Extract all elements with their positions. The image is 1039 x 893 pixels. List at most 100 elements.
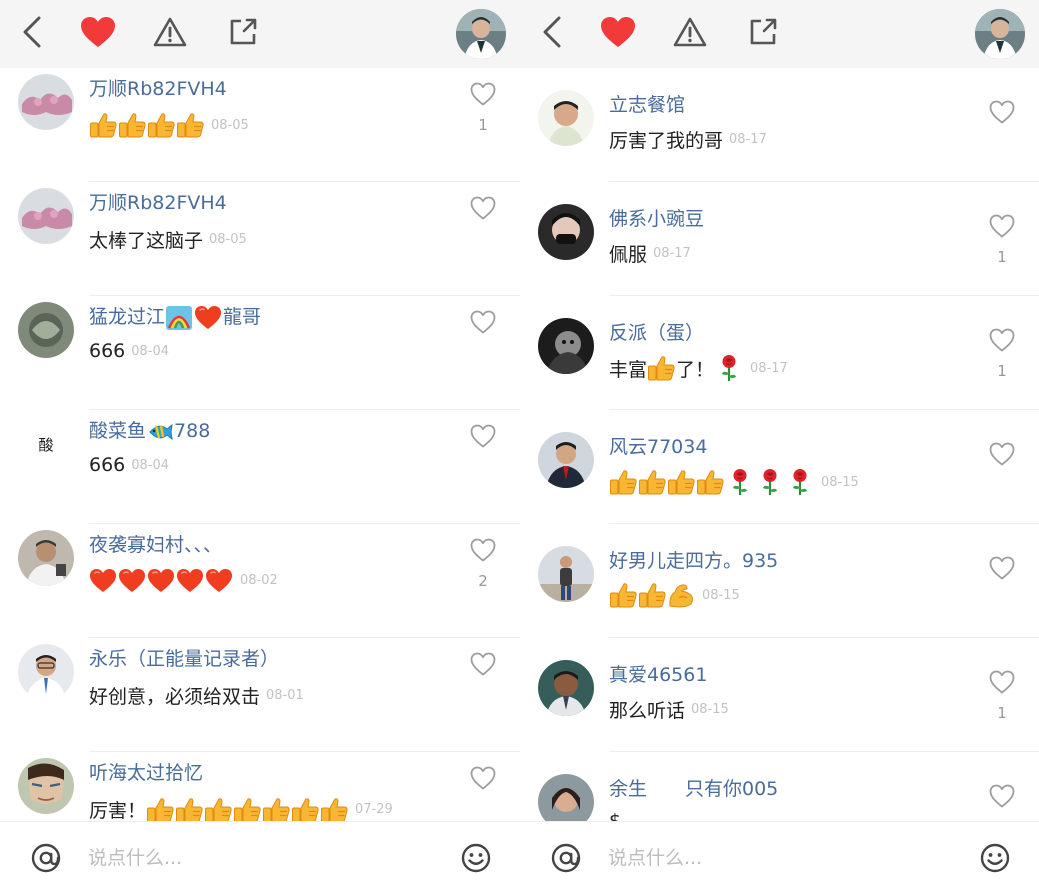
emoji-icon[interactable] (460, 842, 492, 874)
commenter-name-suffix: 788 (174, 420, 211, 442)
back-icon[interactable] (534, 14, 570, 50)
commenter-avatar[interactable] (538, 204, 594, 260)
comment-list[interactable]: 万顺Rb82FVH4 08-05 1 万顺Rb82FVH4 太棒了这脑子 08-05 猛龙过… (0, 68, 520, 821)
thumbs-up-icon (233, 797, 261, 821)
comment-input[interactable] (608, 842, 948, 874)
commenter-name[interactable]: 万顺Rb82FVH4 (89, 188, 227, 215)
commenter-avatar[interactable] (538, 318, 594, 374)
user-avatar[interactable] (456, 9, 506, 59)
commenter-name[interactable]: 立志餐馆 (609, 90, 685, 117)
like-heart-icon[interactable] (470, 424, 496, 448)
comment-text: 了！ (676, 358, 715, 381)
comment-date: 08-04 (131, 343, 170, 359)
like-heart-icon[interactable] (989, 328, 1015, 352)
commenter-name[interactable]: 万顺Rb82FVH4 (89, 74, 227, 101)
commenter-name[interactable]: 好男儿走四方。935 (609, 546, 778, 573)
comment-text: 太棒了这脑子 (89, 230, 204, 252)
comment-item[interactable]: 真爱46561 那么听话 08-15 1 (520, 638, 1039, 752)
commenter-avatar[interactable] (538, 90, 594, 146)
like-heart-icon[interactable] (470, 766, 496, 790)
comment-date: 08-15 (821, 474, 859, 490)
like-heart-icon[interactable] (470, 538, 496, 562)
like-heart-icon[interactable] (470, 196, 496, 220)
comment-text: 666 (89, 340, 126, 362)
commenter-name[interactable]: 听海太过拾忆 (89, 758, 203, 785)
at-icon[interactable] (550, 842, 582, 874)
commenter-avatar[interactable] (18, 302, 74, 358)
commenter-avatar[interactable] (18, 188, 74, 244)
comment-item[interactable]: 风云77034 08-15 (520, 410, 1039, 524)
heart-icon[interactable] (80, 14, 116, 50)
commenter-avatar[interactable] (538, 432, 594, 488)
comment-item[interactable]: 酸酸菜鱼 788 666 08-04 (0, 410, 520, 524)
commenter-avatar[interactable]: 酸 (18, 416, 74, 472)
like-heart-icon[interactable] (989, 784, 1015, 808)
comment-item[interactable]: 听海太过拾忆 厉害！ 07-29 (0, 752, 520, 821)
comment-date: 07-29 (355, 802, 393, 817)
thumbs-up-icon (118, 112, 146, 138)
heart-icon[interactable] (600, 14, 636, 50)
commenter-name[interactable]: 风云77034 (609, 432, 707, 459)
fish-icon (147, 421, 173, 443)
like-heart-icon[interactable] (989, 556, 1015, 580)
commenter-avatar[interactable] (18, 74, 74, 130)
commenter-avatar[interactable] (18, 758, 74, 814)
comment-item[interactable]: 反派（蛋） 丰富 了！ 08-17 1 (520, 296, 1039, 410)
commenter-avatar[interactable] (18, 644, 74, 700)
like-heart-icon[interactable] (989, 442, 1015, 466)
comment-item[interactable]: 夜袭寡妇村、、、 08-02 2 (0, 524, 520, 638)
thumbs-up-icon (647, 355, 675, 381)
commenter-name[interactable]: 佛系小豌豆 (609, 204, 704, 231)
comment-item[interactable]: 万顺Rb82FVH4 08-05 1 (0, 68, 520, 182)
commenter-name[interactable]: 永乐（正能量记录者） (89, 644, 279, 671)
thumbs-up-icon (175, 797, 203, 821)
comment-item[interactable]: 猛龙过江 龍哥 666 08-04 (0, 296, 520, 410)
warning-icon[interactable] (152, 14, 188, 50)
commenter-name[interactable]: 反派（蛋） (609, 318, 704, 345)
red-heart-icon (194, 305, 222, 330)
commenter-name[interactable]: 酸菜鱼 788 (89, 416, 210, 443)
like-heart-icon[interactable] (470, 310, 496, 334)
comment-text: 那么听话 (609, 700, 686, 722)
comment-body: 好创意，必须给双击 08-01 (89, 682, 304, 709)
like-heart-icon[interactable] (470, 652, 496, 676)
like-heart-icon[interactable] (989, 100, 1015, 124)
commenter-name[interactable]: 夜袭寡妇村、、、 (89, 530, 222, 557)
comment-item[interactable]: 余生 只有你005 $ (520, 752, 1039, 821)
comment-text: 好创意，必须给双击 (89, 686, 261, 708)
comment-item[interactable]: 佛系小豌豆 佩服 08-17 1 (520, 182, 1039, 296)
user-avatar[interactable] (975, 9, 1025, 59)
comment-body: 666 08-04 (89, 340, 169, 362)
warning-icon[interactable] (672, 14, 708, 50)
comment-item[interactable]: 好男儿走四方。935 08-15 (520, 524, 1039, 638)
comment-list[interactable]: 立志餐馆 厉害了我的哥 08-17 佛系小豌豆 佩服 08-17 1 反派（蛋） 丰富 了！ 08-… (520, 68, 1039, 821)
comment-body: 厉害了我的哥 08-17 (609, 126, 767, 153)
avatar-letter: 酸 (18, 416, 74, 472)
like-heart-icon[interactable] (470, 82, 496, 106)
commenter-avatar[interactable] (538, 660, 594, 716)
at-icon[interactable] (30, 842, 62, 874)
emoji-icon[interactable] (979, 842, 1011, 874)
share-icon[interactable] (225, 14, 261, 50)
commenter-avatar[interactable] (18, 530, 74, 586)
comment-date: 08-04 (131, 457, 170, 473)
like-heart-icon[interactable] (989, 214, 1015, 238)
comment-item[interactable]: 永乐（正能量记录者） 好创意，必须给双击 08-01 (0, 638, 520, 752)
comment-date: 08-17 (729, 132, 767, 147)
comment-body: 666 08-04 (89, 454, 169, 476)
commenter-avatar[interactable] (538, 774, 594, 821)
comment-item[interactable]: 万顺Rb82FVH4 太棒了这脑子 08-05 (0, 182, 520, 296)
commenter-avatar[interactable] (538, 546, 594, 602)
red-heart-icon (205, 568, 233, 593)
commenter-name[interactable]: 真爱46561 (609, 660, 707, 687)
comment-input[interactable] (88, 842, 428, 874)
comment-item[interactable]: 立志餐馆厉害了我的哥 08-17 (520, 68, 1039, 182)
commenter-name-text: 余生 只有你005 (609, 778, 779, 800)
back-icon[interactable] (14, 14, 50, 50)
commenter-name[interactable]: 猛龙过江 龍哥 (89, 302, 261, 330)
comment-body: 丰富 了！ 08-17 (609, 354, 788, 382)
commenter-name[interactable]: 余生 只有你005 (609, 774, 778, 801)
like-count: 1 (997, 248, 1007, 266)
share-icon[interactable] (745, 14, 781, 50)
like-heart-icon[interactable] (989, 670, 1015, 694)
